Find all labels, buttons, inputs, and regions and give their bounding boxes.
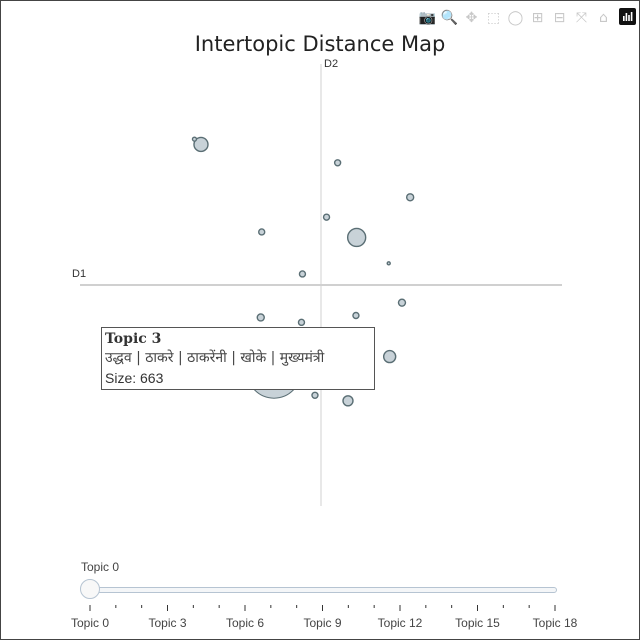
topic-marker[interactable] [346, 227, 367, 248]
topic-marker[interactable] [311, 391, 319, 399]
plotly-logo-icon[interactable] [619, 8, 636, 25]
slider-track[interactable] [90, 587, 557, 593]
topic-marker[interactable] [397, 298, 407, 307]
slider-step-label[interactable]: Topic 12 [378, 616, 423, 630]
topic-marker[interactable] [322, 213, 331, 221]
topic-marker[interactable] [342, 395, 354, 407]
plot-area[interactable] [0, 0, 640, 640]
autoscale-icon[interactable]: ⤧ [572, 8, 591, 27]
home-icon[interactable]: ⌂ [594, 8, 613, 27]
slider-step-label[interactable]: Topic 15 [455, 616, 500, 630]
topic-marker[interactable] [256, 313, 265, 322]
topic-marker[interactable] [386, 261, 391, 266]
pan-icon[interactable]: ✥ [462, 8, 481, 27]
tooltip-title: Topic 3 [105, 331, 162, 347]
x-axis-label: D1 [72, 268, 87, 280]
topic-marker[interactable] [258, 228, 266, 236]
camera-icon[interactable]: 📷 [418, 8, 437, 27]
slider-step-label[interactable]: Topic 18 [533, 616, 578, 630]
zoom-icon[interactable]: 🔍 [440, 8, 459, 27]
topic-marker[interactable] [405, 193, 415, 202]
chart-title: Intertopic Distance Map [194, 32, 446, 56]
slider-handle[interactable] [80, 579, 100, 599]
y-axis-label: D2 [324, 58, 339, 70]
lasso-select-icon[interactable]: ◯ [506, 8, 525, 27]
topic-marker[interactable] [297, 318, 306, 327]
slider-step-label[interactable]: Topic 0 [71, 616, 109, 630]
box-select-icon[interactable]: ⬚ [484, 8, 503, 27]
slider-current-label: Topic 0 [81, 560, 120, 574]
slider-step-label[interactable]: Topic 6 [226, 616, 264, 630]
hover-tooltip: Topic 3 उद्धव | ठाकरे | ठाकरेंनी | खोके … [101, 327, 375, 390]
slider-step-label[interactable]: Topic 9 [303, 616, 341, 630]
topic-marker[interactable] [382, 349, 397, 364]
tooltip-words: उद्धव | ठाकरे | ठाकरेंनी | खोके | मुख्यम… [105, 350, 325, 366]
topic-marker[interactable] [352, 311, 360, 320]
zoom-in-icon[interactable]: ⊞ [528, 8, 547, 27]
modebar: 📷 🔍 ✥ ⬚ ◯ ⊞ ⊟ ⤧ ⌂ [418, 8, 636, 27]
topic-marker[interactable] [298, 270, 307, 278]
slider-step-label[interactable]: Topic 3 [148, 616, 186, 630]
topic-marker[interactable] [333, 159, 342, 167]
tooltip-size: Size: 663 [105, 370, 164, 386]
topic-marker[interactable] [191, 136, 198, 142]
zoom-out-icon[interactable]: ⊟ [550, 8, 569, 27]
